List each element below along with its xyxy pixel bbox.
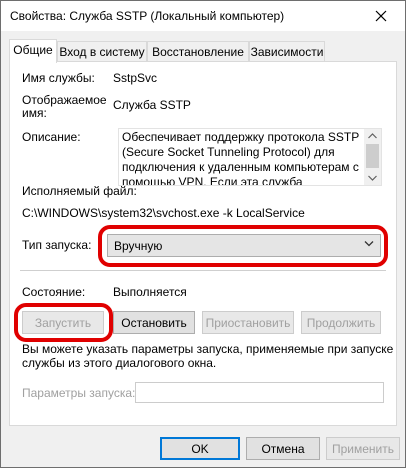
display-name-label-line1: Отображаемое — [22, 93, 107, 107]
status-value: Выполняется — [113, 285, 187, 299]
start-params-label: Параметры запуска: — [22, 386, 136, 400]
apply-button[interactable]: Применить — [326, 437, 400, 460]
cancel-button[interactable]: Отмена — [246, 437, 320, 460]
service-name-label: Имя службы: — [22, 71, 95, 85]
close-icon — [375, 10, 387, 22]
chevron-up-icon — [368, 133, 377, 139]
tab-general[interactable]: Общие — [9, 39, 57, 63]
tab-recovery[interactable]: Восстановление — [147, 41, 249, 62]
title-bar: Свойства: Служба SSTP (Локальный компьют… — [1, 1, 405, 31]
scroll-thumb[interactable] — [366, 144, 379, 168]
hint-text-line2: службы из этого диалогового окна. — [22, 356, 217, 370]
scroll-up-button[interactable] — [364, 129, 381, 143]
divider-top — [20, 270, 386, 271]
chevron-down-icon — [364, 241, 374, 247]
description-text: Обеспечивает поддержку протокола SSTP (S… — [122, 130, 360, 186]
executable-label: Исполняемый файл: — [22, 184, 137, 198]
ok-button[interactable]: OK — [160, 437, 240, 460]
service-properties-dialog: Свойства: Служба SSTP (Локальный компьют… — [0, 0, 406, 468]
resume-button[interactable]: Продолжить — [301, 311, 381, 334]
description-scrollbar[interactable] — [364, 129, 381, 185]
tab-dependencies[interactable]: Зависимости — [249, 41, 325, 62]
start-button[interactable]: Запустить — [22, 311, 104, 334]
pause-button[interactable]: Приостановить — [202, 311, 294, 334]
close-button[interactable] — [361, 3, 401, 29]
scroll-down-button[interactable] — [364, 171, 381, 185]
startup-type-label: Тип запуска: — [22, 238, 92, 252]
executable-path: C:\WINDOWS\system32\svchost.exe -k Local… — [22, 206, 305, 220]
hint-text-line1: Вы можете указать параметры запуска, при… — [22, 342, 394, 356]
startup-type-select[interactable]: Вручную — [107, 234, 381, 257]
chevron-down-icon — [368, 175, 377, 181]
window-title: Свойства: Служба SSTP (Локальный компьют… — [10, 9, 285, 23]
tab-logon[interactable]: Вход в систему — [57, 41, 147, 62]
description-box[interactable]: Обеспечивает поддержку протокола SSTP (S… — [118, 128, 382, 186]
startup-type-value: Вручную — [114, 239, 163, 253]
service-name-value: SstpSvc — [113, 71, 158, 85]
general-tab-panel: Имя службы: SstpSvc Отображаемое имя: Сл… — [9, 61, 397, 426]
display-name-value: Служба SSTP — [113, 98, 191, 112]
start-params-input[interactable] — [135, 382, 384, 403]
stop-button[interactable]: Остановить — [113, 311, 195, 334]
display-name-label-line2: имя: — [22, 106, 47, 120]
status-label: Состояние: — [22, 285, 86, 299]
description-label: Описание: — [22, 130, 81, 144]
